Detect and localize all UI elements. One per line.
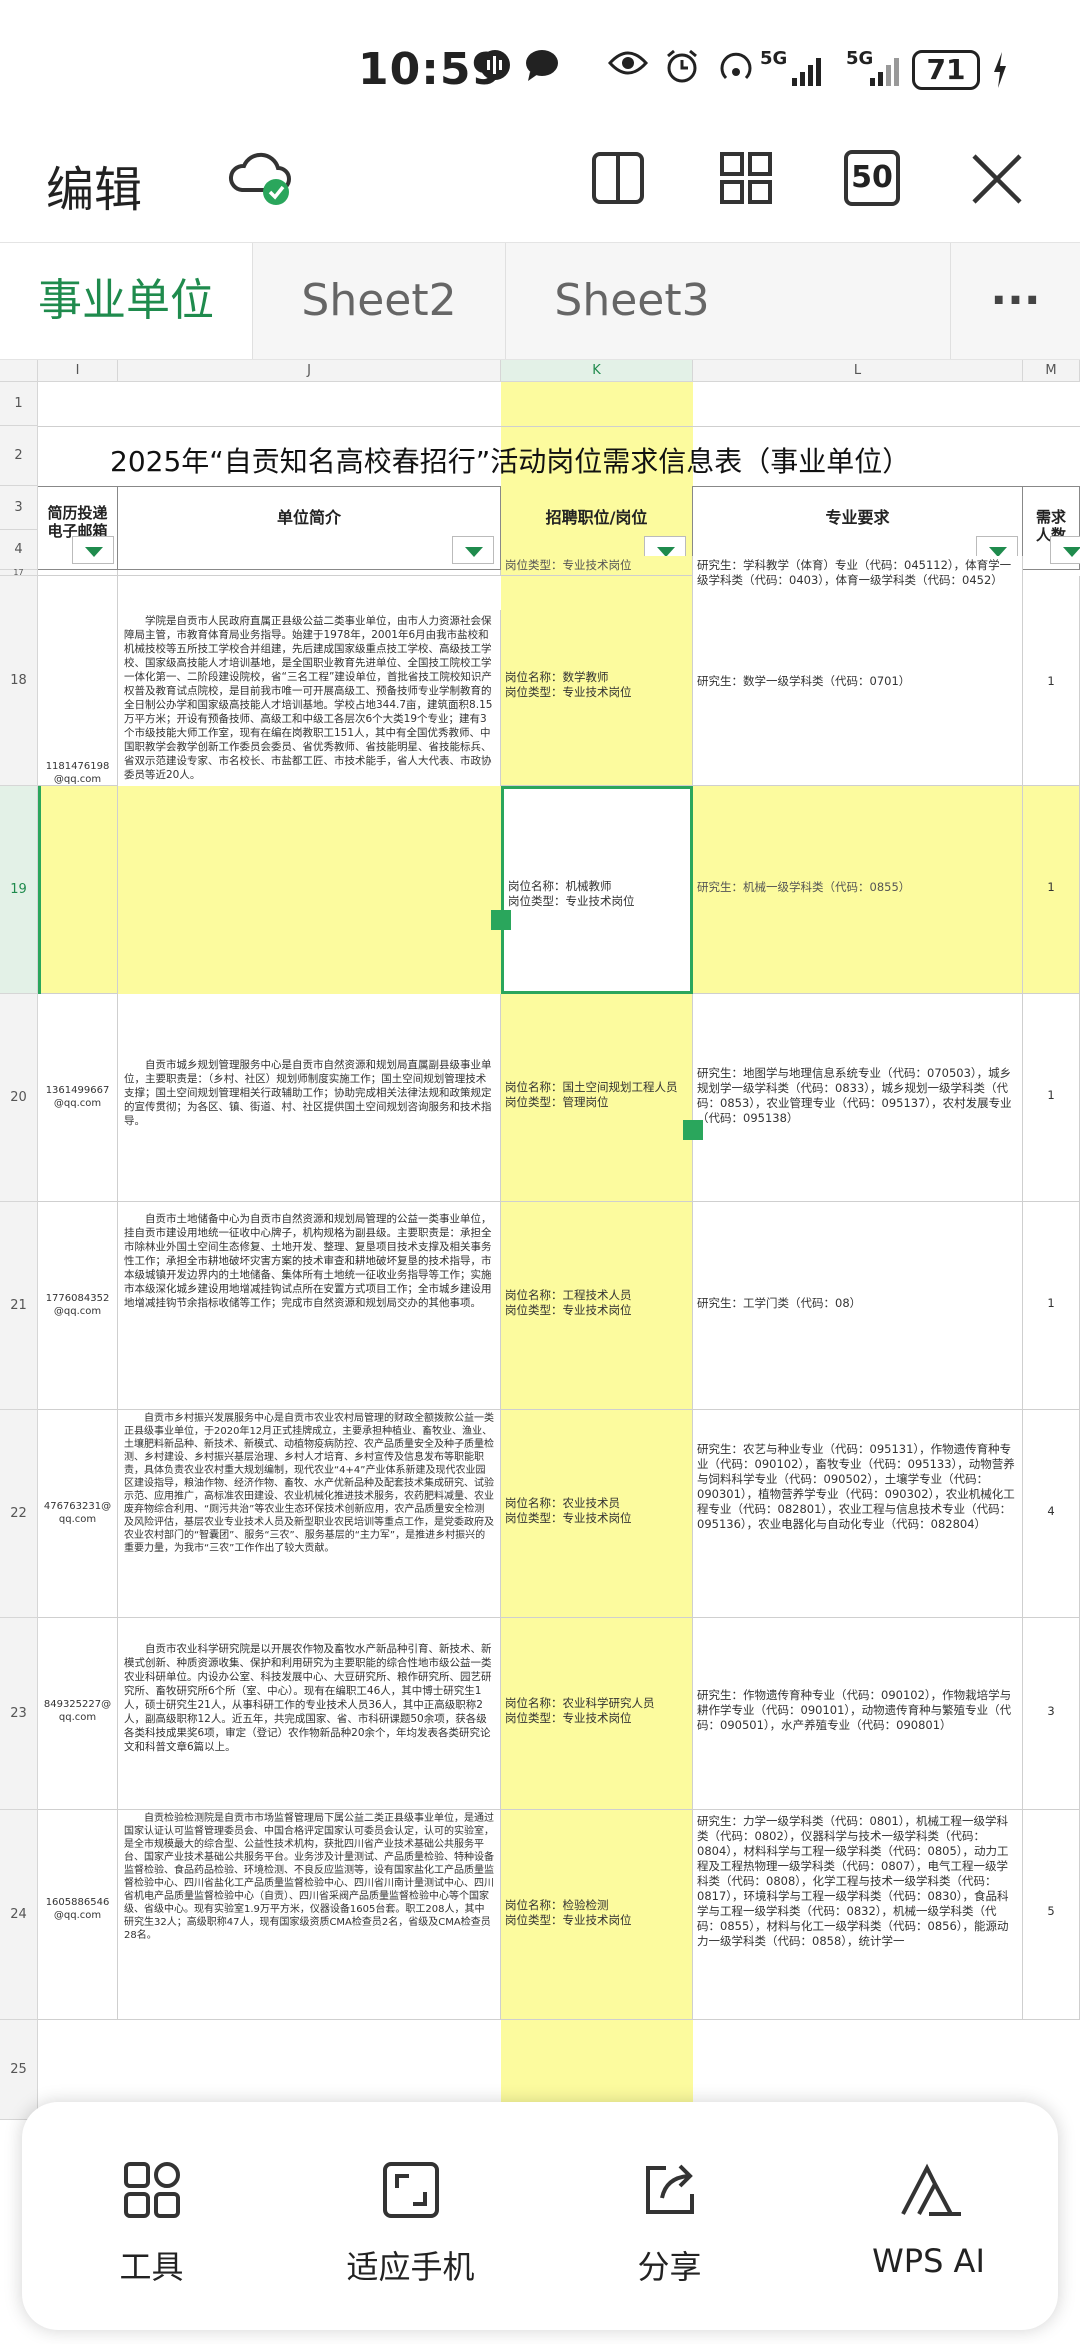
post-cell[interactable]: 岗位名称：国土空间规划工程人员 岗位类型：管理岗位	[501, 994, 693, 1202]
major-cell[interactable]: 研究生：力学一级学科类（代码：0801），机械工程一级学科类（代码：0802），…	[693, 1810, 1023, 2020]
grid-view-icon[interactable]	[718, 150, 774, 206]
row-header-selected[interactable]: 19	[0, 786, 38, 994]
close-icon[interactable]	[970, 152, 1024, 206]
tab-sheet-3[interactable]: Sheet3	[506, 243, 758, 359]
chat-icon	[526, 50, 558, 81]
battery-indicator: 71	[912, 50, 980, 90]
selected-cell[interactable]: 岗位名称：机械教师 岗位类型：专业技术岗位	[501, 786, 693, 994]
fit-phone-label: 适应手机	[346, 2248, 475, 2286]
major-cell[interactable]: 研究生：地图学与地理信息系统专业（代码：070503），城乡规划学一级学科类（代…	[693, 994, 1023, 1202]
row-header[interactable]: 20	[0, 994, 38, 1202]
row-header[interactable]: 2	[0, 426, 38, 486]
fit-screen-icon	[383, 2162, 439, 2218]
hotspot-icon	[720, 52, 752, 80]
charging-icon	[994, 52, 1006, 88]
status-bar: 10:59 5G 5G 71	[0, 0, 1080, 140]
email-cell[interactable]: 1361499667@qq.com	[38, 994, 118, 1202]
tools-label: 工具	[119, 2248, 184, 2286]
tools-icon	[124, 2162, 180, 2218]
selection-handle[interactable]	[683, 1120, 703, 1140]
email-cell[interactable]: 476763231@qq.com	[38, 1410, 118, 1618]
alarm-icon	[667, 49, 697, 83]
intro-cell[interactable]: 自贡市乡村振兴发展服务中心是自贡市农业农村局管理的财政全额拨款公益一类正县级事业…	[118, 1410, 501, 1618]
post-cell[interactable]: 岗位名称：农业技术员 岗位类型：专业技术岗位	[501, 1410, 693, 1618]
intro-cell[interactable]: 自贡市城乡规划管理服务中心是自贡市自然资源和规划局直属副县级事业单位，主要职责是…	[118, 994, 501, 1202]
zoom-button[interactable]: 50	[844, 150, 900, 206]
eye-icon	[608, 51, 648, 75]
major-cell[interactable]: 研究生：数学一级学科类（代码：0701）	[693, 610, 1023, 786]
sheet-title: 2025年“自贡知名高校春招行”活动岗位需求信息表（事业单位）	[110, 445, 911, 478]
tools-button[interactable]: 工具	[22, 2102, 281, 2330]
wps-ai-icon	[901, 2163, 961, 2216]
major-cell[interactable]: 研究生：工学门类（代码：08）	[693, 1202, 1023, 1410]
count-cell[interactable]: 1	[1023, 576, 1080, 786]
row-header[interactable]: 21	[0, 1202, 38, 1410]
edit-button[interactable]: 编辑	[46, 150, 142, 220]
table-cell[interactable]	[118, 570, 501, 576]
major-cell[interactable]: 研究生：作物遗传育种专业（代码：090102），作物栽培学与耕作学专业（代码：0…	[693, 1618, 1023, 1810]
email-cell[interactable]: 1605886546@qq.com	[38, 1810, 118, 2020]
filter-dropdown[interactable]	[452, 536, 494, 564]
grid-line	[38, 426, 1080, 427]
column-header-selected[interactable]: K	[501, 360, 693, 382]
row-header[interactable]: 22	[0, 1410, 38, 1618]
fit-phone-button[interactable]: 适应手机	[281, 2102, 540, 2330]
share-icon	[646, 2164, 694, 2214]
count-cell[interactable]: 4	[1023, 1410, 1080, 1618]
filter-dropdown[interactable]	[72, 536, 114, 564]
corner-cell[interactable]	[0, 360, 38, 382]
intro-cell[interactable]: 自贡检验检测院是自贡市市场监督管理局下属公益二类正县级事业单位，是通过国家认证认…	[118, 1810, 501, 2020]
count-cell[interactable]: 1	[1023, 1202, 1080, 1410]
spreadsheet-grid[interactable]: I J K L M 1 2 3 4 17 18 19 20 21 22 23 2…	[0, 360, 1080, 2344]
table-cell[interactable]: 岗位类型：专业技术岗位	[501, 556, 693, 576]
column-header[interactable]: I	[38, 360, 118, 382]
post-cell[interactable]: 岗位名称：农业科学研究人员 岗位类型：专业技术岗位	[501, 1618, 693, 1810]
cloud-sync-icon[interactable]	[228, 146, 294, 210]
column-header[interactable]: L	[693, 360, 1023, 382]
wps-ai-label: WPS AI	[872, 2242, 985, 2280]
email-cell[interactable]: 1181476198@qq.com	[38, 576, 118, 786]
post-cell[interactable]: 岗位名称：检验检测 岗位类型：专业技术岗位	[501, 1810, 693, 2020]
split-view-icon[interactable]	[590, 150, 646, 206]
column-header[interactable]: M	[1023, 360, 1080, 382]
table-cell[interactable]: 研究生：学科教学（体育）专业（代码：045112），体育学一级学科类（代码：04…	[693, 556, 1023, 610]
column-header[interactable]: J	[118, 360, 501, 382]
signal-label-1: 5G	[760, 48, 788, 69]
audio-icon	[480, 50, 510, 80]
wps-ai-button[interactable]: WPS AI	[799, 2102, 1058, 2330]
row-header[interactable]: 24	[0, 1810, 38, 2020]
signal-icon	[792, 58, 821, 86]
more-tabs-button[interactable]: ···	[951, 243, 1080, 359]
row-selection-marker	[38, 786, 41, 994]
email-cell[interactable]: 849325227@qq.com	[38, 1618, 118, 1810]
tab-sheet-2[interactable]: Sheet2	[253, 243, 505, 359]
row-header[interactable]: 18	[0, 576, 38, 786]
post-cell[interactable]: 岗位名称：数学教师 岗位类型：专业技术岗位	[501, 576, 693, 786]
selection-handle[interactable]	[491, 910, 511, 930]
intro-cell[interactable]: 自贡市土地储备中心为自贡市自然资源和规划局管理的公益一类事业单位，挂自贡市建设用…	[118, 1202, 501, 1410]
top-toolbar: 编辑 50	[0, 140, 1080, 242]
major-cell[interactable]: 研究生：机械一级学科类（代码：0855）	[693, 786, 1023, 994]
major-cell[interactable]: 研究生：农艺与种业专业（代码：095131），作物遗传育种专业（代码：09010…	[693, 1410, 1023, 1618]
bottom-action-bar: 工具 适应手机 分享 WPS AI	[22, 2102, 1058, 2330]
count-cell[interactable]: 1	[1023, 786, 1080, 994]
tab-sheet-1[interactable]: 事业单位	[0, 243, 252, 359]
header-intro: 单位简介	[118, 486, 501, 570]
share-label: 分享	[637, 2248, 702, 2286]
count-cell[interactable]: 5	[1023, 1810, 1080, 2020]
intro-cell[interactable]: 自贡市农业科学研究院是以开展农作物及畜牧水产新品种引育、新技术、新模式创新、种质…	[118, 1618, 501, 1810]
row-header[interactable]: 1	[0, 382, 38, 426]
signal-icon-2	[870, 58, 899, 86]
sheet-tabs: 事业单位 Sheet2 Sheet3 ···	[0, 242, 1080, 360]
email-cell[interactable]	[38, 786, 118, 994]
post-cell[interactable]: 岗位名称：工程技术人员 岗位类型：专业技术岗位	[501, 1202, 693, 1410]
count-cell[interactable]: 3	[1023, 1618, 1080, 1810]
row-header[interactable]: 23	[0, 1618, 38, 1810]
share-button[interactable]: 分享	[540, 2102, 799, 2330]
row-header[interactable]: 3	[0, 486, 38, 530]
row-header[interactable]: 4	[0, 530, 38, 570]
filter-dropdown[interactable]	[1050, 536, 1080, 564]
email-cell[interactable]: 1776084352@qq.com	[38, 1202, 118, 1410]
count-cell[interactable]: 1	[1023, 994, 1080, 1202]
